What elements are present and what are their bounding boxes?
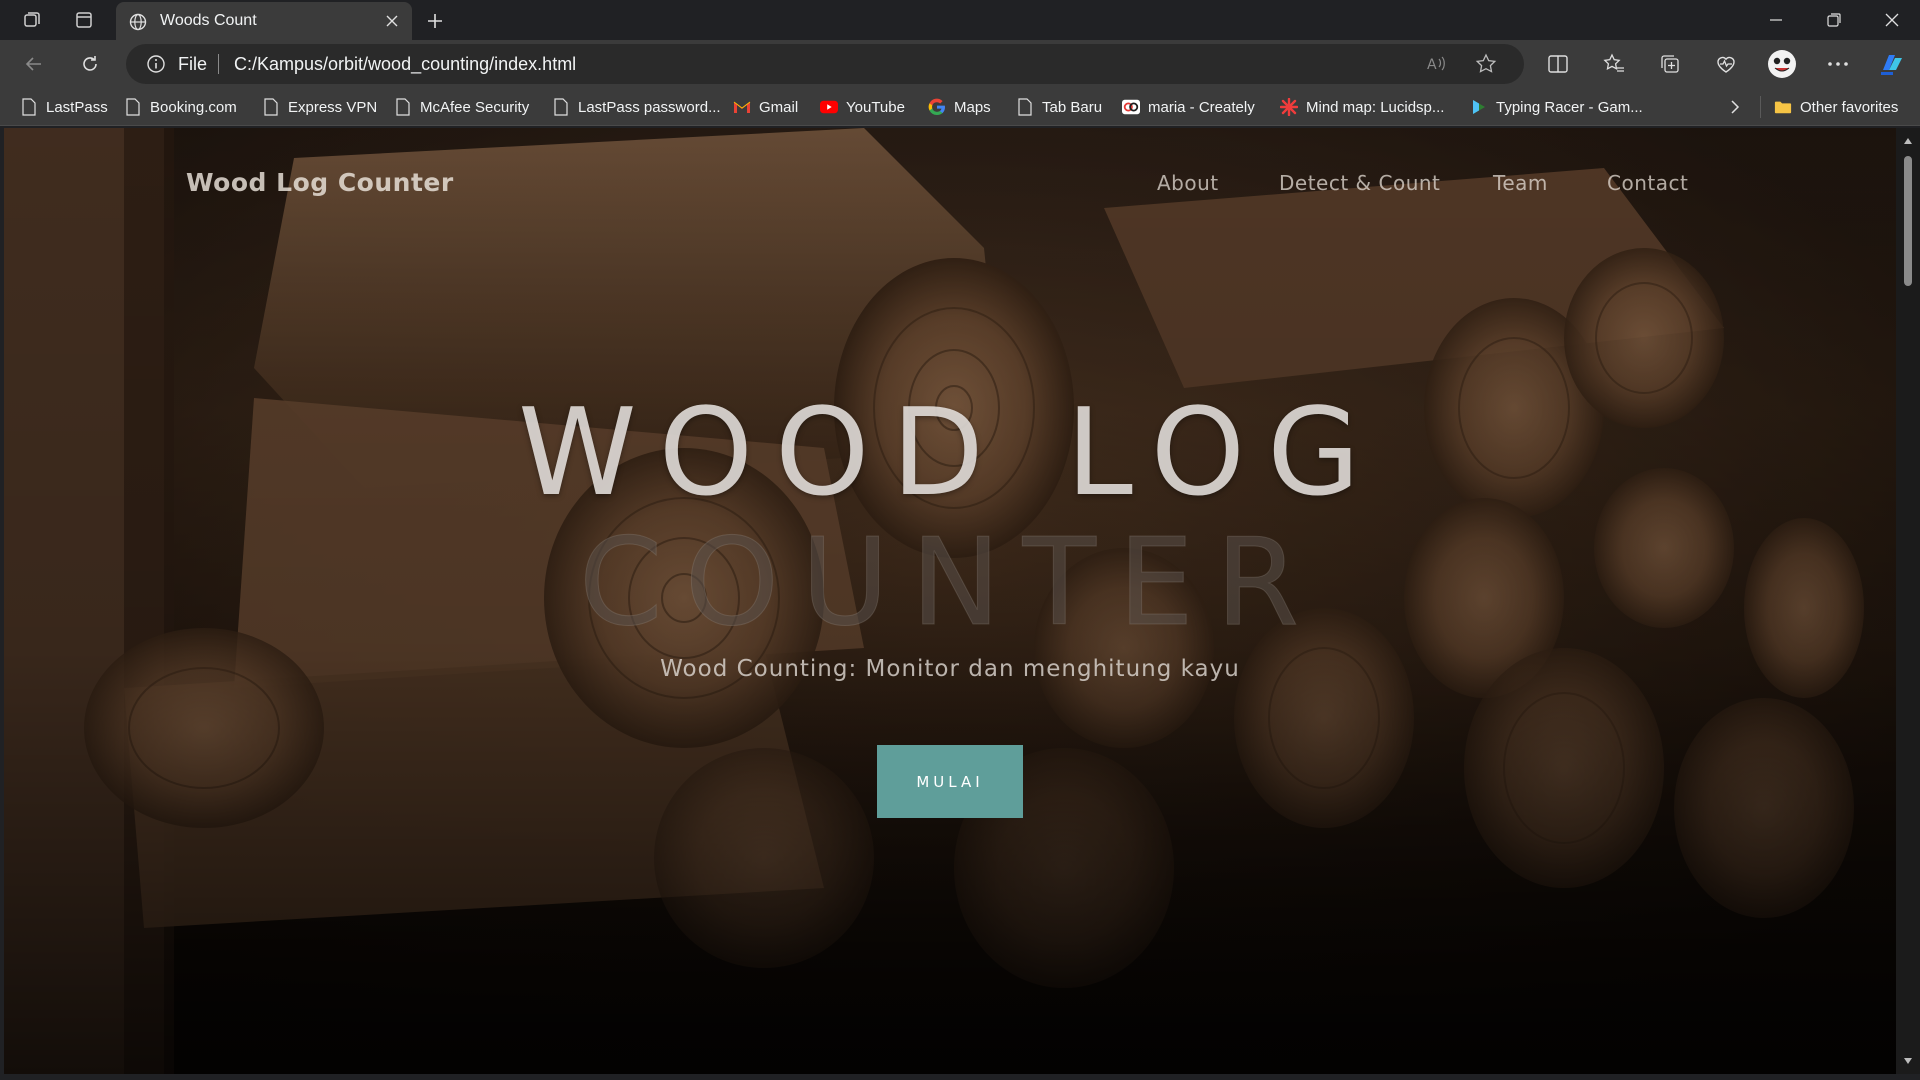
vertical-scrollbar[interactable] xyxy=(1896,128,1920,1074)
nav-contact[interactable]: Contact xyxy=(1607,171,1688,195)
bookmark-creately[interactable]: maria - Creately xyxy=(1122,95,1255,119)
bookmark-lastpass-password[interactable]: LastPass password... xyxy=(552,95,721,119)
bookmark-label: McAfee Security xyxy=(420,98,530,116)
bookmarks-overflow-chevron-icon[interactable] xyxy=(1730,95,1740,119)
close-window-button[interactable] xyxy=(1864,0,1920,40)
bookmark-express-vpn[interactable]: Express VPN xyxy=(262,95,377,119)
page-icon xyxy=(1016,98,1034,116)
minimize-button[interactable] xyxy=(1748,0,1804,40)
bookmark-lastpass[interactable]: LastPass xyxy=(20,95,108,119)
title-bar: Woods Count xyxy=(0,0,1920,40)
refresh-button[interactable] xyxy=(72,48,108,80)
new-tab-button[interactable] xyxy=(422,8,448,34)
nav-team[interactable]: Team xyxy=(1493,171,1548,195)
favorite-star-icon[interactable] xyxy=(1472,52,1500,76)
bookmark-youtube[interactable]: YouTube xyxy=(820,95,905,119)
split-screen-icon[interactable] xyxy=(1540,48,1576,80)
bookmark-label: Mind map: Lucidsp... xyxy=(1306,98,1445,116)
bookmark-label: YouTube xyxy=(846,98,905,116)
more-options-icon[interactable] xyxy=(1820,48,1856,80)
scheme-label: File xyxy=(178,54,208,74)
address-bar[interactable]: File C:/Kampus/orbit/wood_counting/index… xyxy=(126,44,1524,84)
bookmark-gmail[interactable]: Gmail xyxy=(733,95,798,119)
bookmark-label: Typing Racer - Gam... xyxy=(1496,98,1643,116)
typing-racer-icon xyxy=(1470,98,1488,116)
bookmark-label: Booking.com xyxy=(150,98,237,116)
scrollbar-thumb[interactable] xyxy=(1904,156,1912,286)
youtube-icon xyxy=(820,98,838,116)
bookmarks-bar: LastPass Booking.com Express VPN McAfee … xyxy=(0,88,1920,126)
browser-essentials-icon[interactable] xyxy=(1708,48,1744,80)
profile-avatar[interactable] xyxy=(1764,48,1800,80)
favorites-icon[interactable] xyxy=(1596,48,1632,80)
read-aloud-icon[interactable]: A xyxy=(1422,52,1450,76)
hero-subtitle: Wood Counting: Monitor dan menghitung ka… xyxy=(660,656,1240,682)
bookmarks-divider xyxy=(1760,96,1761,118)
start-button[interactable]: MULAI xyxy=(877,745,1023,818)
google-icon xyxy=(928,98,946,116)
tab-title: Woods Count xyxy=(160,12,257,29)
nav-about[interactable]: About xyxy=(1157,171,1219,195)
other-favorites-label: Other favorites xyxy=(1800,98,1899,116)
bookmark-maps[interactable]: Maps xyxy=(928,95,991,119)
gmail-icon xyxy=(733,98,751,116)
bookmark-label: LastPass xyxy=(46,98,108,116)
globe-icon xyxy=(128,12,148,32)
hero-headline-line1: WOOD LOG xyxy=(517,384,1383,523)
page-icon xyxy=(124,98,142,116)
page-icon xyxy=(552,98,570,116)
hero-section: Wood Log Counter About Detect & Count Te… xyxy=(4,128,1896,1074)
bookmark-lucidspark[interactable]: Mind map: Lucidsp... xyxy=(1280,95,1444,119)
bookmark-booking[interactable]: Booking.com xyxy=(124,95,237,119)
svg-text:A: A xyxy=(1427,57,1437,73)
nav-detect-count[interactable]: Detect & Count xyxy=(1279,171,1440,195)
url-text[interactable]: C:/Kampus/orbit/wood_counting/index.html xyxy=(234,54,576,75)
back-button[interactable] xyxy=(16,48,52,80)
copilot-icon[interactable] xyxy=(1874,48,1910,80)
bookmark-mcafee[interactable]: McAfee Security xyxy=(394,95,529,119)
scroll-up-arrow-icon[interactable] xyxy=(1900,134,1916,148)
other-favorites[interactable]: Other favorites xyxy=(1774,95,1898,119)
page-viewport: Wood Log Counter About Detect & Count Te… xyxy=(4,128,1896,1074)
creately-icon xyxy=(1122,98,1140,116)
workspaces-icon[interactable] xyxy=(10,6,54,34)
tab-actions-icon[interactable] xyxy=(62,6,106,34)
restore-button[interactable] xyxy=(1806,0,1862,40)
bookmark-label: maria - Creately xyxy=(1148,98,1255,116)
site-info-icon[interactable] xyxy=(146,54,166,74)
bookmark-label: Tab Baru xyxy=(1042,98,1103,116)
browser-toolbar: File C:/Kampus/orbit/wood_counting/index… xyxy=(0,40,1920,88)
scroll-down-arrow-icon[interactable] xyxy=(1900,1054,1916,1068)
page-icon xyxy=(394,98,412,116)
hero-headline-line2: COUNTER xyxy=(578,514,1322,654)
bookmark-label: Express VPN xyxy=(288,98,378,116)
page-icon xyxy=(20,98,38,116)
close-tab-icon[interactable] xyxy=(382,11,402,31)
address-divider xyxy=(218,54,219,74)
site-brand[interactable]: Wood Log Counter xyxy=(186,168,454,197)
page-icon xyxy=(262,98,280,116)
bookmark-tab-baru[interactable]: Tab Baru xyxy=(1016,95,1102,119)
bookmark-label: Maps xyxy=(954,98,991,116)
bookmark-label: LastPass password... xyxy=(578,98,721,116)
folder-icon xyxy=(1774,98,1792,116)
bookmark-typing-racer[interactable]: Typing Racer - Gam... xyxy=(1470,95,1643,119)
bookmark-label: Gmail xyxy=(759,98,799,116)
tab-woods-count[interactable]: Woods Count xyxy=(116,2,412,40)
collections-icon[interactable] xyxy=(1652,48,1688,80)
lucid-icon xyxy=(1280,98,1298,116)
